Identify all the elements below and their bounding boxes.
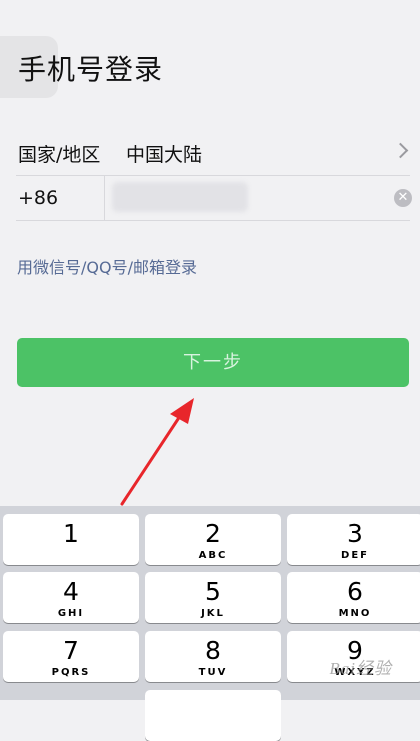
key-number: 3 [347, 519, 363, 548]
annotation-arrow-icon [120, 398, 194, 506]
key-number: 1 [63, 519, 79, 548]
region-selector[interactable]: 国家/地区 中国大陆 [0, 128, 420, 176]
key-7[interactable]: 7 PQRS [3, 631, 139, 682]
key-1[interactable]: 1 [3, 514, 139, 565]
key-4[interactable]: 4 GHI [3, 572, 139, 623]
chevron-right-icon [392, 142, 409, 159]
alt-login-link[interactable]: 用微信号/QQ号/邮箱登录 [17, 254, 197, 278]
key-letters: PQRS [51, 667, 91, 678]
key-5[interactable]: 5 JKL [145, 572, 281, 623]
country-code[interactable]: +86 [18, 187, 58, 209]
key-letters: GHI [57, 608, 85, 619]
watermark: Bai经验 [329, 659, 392, 678]
key-number: 5 [205, 577, 221, 606]
key-number: 4 [63, 577, 79, 606]
key-partial[interactable] [145, 690, 281, 741]
clear-circle-icon[interactable]: ✕ [394, 189, 412, 207]
region-label: 国家/地区 [18, 144, 101, 166]
phone-row: +86 ✕ [0, 176, 420, 220]
key-2[interactable]: 2 ABC [145, 514, 281, 565]
key-letters: JKL [201, 608, 225, 619]
next-button[interactable]: 下一步 [17, 338, 409, 387]
region-value: 中国大陆 [126, 144, 203, 166]
phone-input[interactable] [112, 182, 248, 212]
key-number: 8 [205, 636, 221, 665]
divider [16, 220, 410, 221]
vertical-divider [104, 176, 105, 220]
page-title: 手机号登录 [18, 53, 164, 86]
key-letters: MNO [338, 608, 372, 619]
key-6[interactable]: 6 MNO [287, 572, 420, 623]
key-number: 6 [347, 577, 363, 606]
key-8[interactable]: 8 TUV [145, 631, 281, 682]
key-3[interactable]: 3 DEF [287, 514, 420, 565]
key-number: 2 [205, 519, 221, 548]
key-letters: ABC [198, 550, 228, 561]
key-letters: DEF [341, 550, 369, 561]
key-letters: TUV [198, 667, 228, 678]
key-number: 7 [63, 636, 79, 665]
